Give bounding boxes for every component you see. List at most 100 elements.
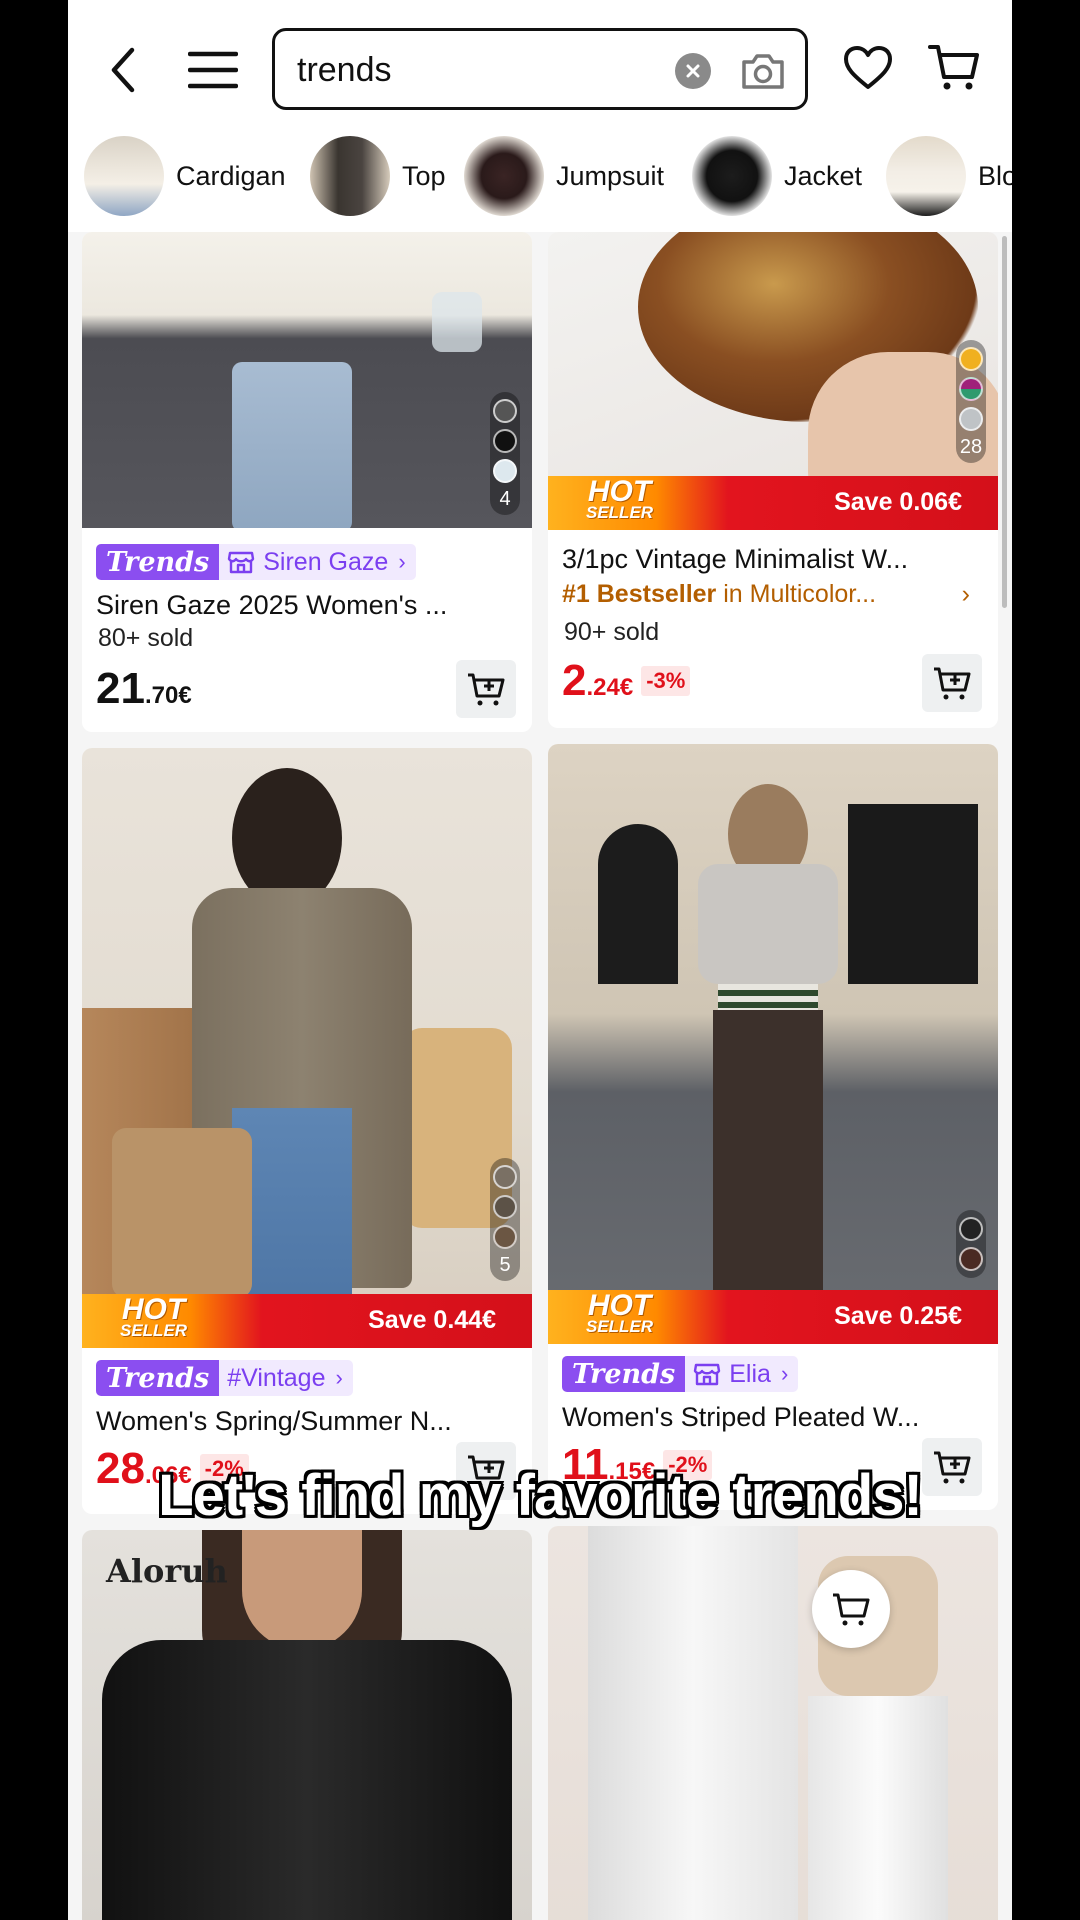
hot-seller-logo: HOT SELLER — [586, 1289, 654, 1336]
category-thumbnail — [310, 136, 390, 216]
product-price: 2 .24€ -3% — [562, 656, 691, 706]
hot-seller-logo: HOT SELLER — [586, 475, 654, 522]
color-swatch[interactable] — [493, 429, 517, 453]
add-to-cart-icon — [934, 667, 971, 700]
store-tag[interactable]: Trends #Vintage › — [96, 1360, 353, 1396]
floating-cart-button[interactable] — [812, 1570, 890, 1648]
store-icon — [228, 551, 255, 574]
price-decimal: .70€ — [144, 682, 192, 709]
category-blouse[interactable]: Blo — [886, 136, 1012, 216]
video-caption: Let's find my favorite trends! — [158, 1463, 923, 1528]
category-label: Top — [402, 160, 446, 191]
product-image[interactable] — [548, 1526, 998, 1920]
product-card[interactable]: Aloruh — [82, 1530, 532, 1920]
color-swatch[interactable] — [959, 377, 983, 401]
store-name: Elia — [729, 1359, 771, 1388]
scrollbar[interactable] — [1002, 236, 1007, 608]
color-swatch[interactable] — [959, 1247, 983, 1271]
color-swatch[interactable] — [493, 1165, 517, 1189]
category-label: Cardigan — [176, 160, 286, 191]
product-card[interactable]: 28 HOT SELLER Save 0.06€ 3/1pc Vintage Mi… — [548, 232, 998, 728]
trends-badge: Trends — [96, 544, 220, 580]
category-thumbnail — [886, 136, 966, 216]
bestseller-rank-number: #1 Bestseller — [562, 580, 717, 608]
store-name: #Vintage — [227, 1363, 326, 1392]
product-title[interactable]: Siren Gaze 2025 Women's ... — [96, 590, 518, 621]
color-swatch[interactable] — [493, 1225, 517, 1249]
color-swatch[interactable] — [493, 399, 517, 423]
swatch-count: 4 — [499, 488, 511, 510]
cart-icon[interactable] — [923, 36, 985, 98]
menu-icon[interactable] — [183, 40, 243, 100]
chevron-right-icon: › — [398, 549, 406, 574]
category-thumbnail — [692, 136, 772, 216]
store-chip[interactable]: Elia › — [685, 1356, 799, 1392]
product-image[interactable] — [548, 744, 998, 1344]
color-swatches[interactable]: 5 — [490, 1158, 520, 1281]
color-swatches[interactable]: 4 — [490, 392, 520, 515]
cart-icon — [833, 1593, 870, 1626]
color-swatch[interactable] — [959, 347, 983, 371]
category-strip: Cardigan Top Jumpsuit Jacket Blo — [68, 130, 1012, 232]
product-image[interactable]: 5 — [82, 748, 532, 1348]
add-to-cart-button[interactable] — [922, 654, 982, 712]
save-amount: Save 0.06€ — [834, 488, 962, 516]
category-thumbnail — [464, 136, 544, 216]
color-swatch[interactable] — [959, 407, 983, 431]
top-bar: trends — [68, 0, 1012, 130]
product-card[interactable]: HOT SELLER Save 0.25€ Trends Elia › Women… — [548, 744, 998, 1510]
chevron-right-icon: › — [335, 1365, 343, 1390]
color-swatch[interactable] — [959, 1217, 983, 1241]
price-decimal: .24€ — [586, 674, 634, 701]
color-swatch[interactable] — [493, 459, 517, 483]
trends-badge: Trends — [96, 1360, 220, 1396]
color-swatches[interactable] — [956, 1210, 986, 1278]
save-amount: Save 0.44€ — [368, 1306, 496, 1334]
store-name: Siren Gaze — [263, 547, 389, 576]
category-label: Jacket — [784, 160, 863, 191]
product-card[interactable]: 4 Trends Siren Gaze › Siren Gaze 2025 Wo… — [82, 232, 532, 732]
search-query: trends — [297, 51, 392, 89]
bestseller-rank[interactable]: #1 Bestseller in Multicolor... › — [562, 580, 984, 609]
hot-seller-banner: HOT SELLER Save 0.44€ — [82, 1294, 532, 1348]
category-top[interactable]: Top — [310, 136, 446, 216]
product-price: 21 .70€ — [96, 664, 192, 714]
swatch-count: 28 — [959, 436, 983, 458]
add-to-cart-icon — [468, 673, 505, 706]
save-amount: Save 0.25€ — [834, 1302, 962, 1330]
camera-icon[interactable] — [737, 45, 789, 97]
category-cardigan[interactable]: Cardigan — [84, 136, 286, 216]
product-card[interactable] — [548, 1526, 998, 1920]
category-jumpsuit[interactable]: Jumpsuit — [464, 136, 664, 216]
product-title[interactable]: 3/1pc Vintage Minimalist W... — [562, 544, 984, 575]
store-tag[interactable]: Trends Siren Gaze › — [96, 544, 416, 580]
category-label: Blo — [978, 160, 1012, 191]
store-tag[interactable]: Trends Elia › — [562, 1356, 799, 1392]
product-title[interactable]: Women's Spring/Summer N... — [96, 1406, 518, 1437]
product-title[interactable]: Women's Striped Pleated W... — [562, 1402, 984, 1433]
sold-count: 80+ sold — [98, 624, 194, 652]
chevron-right-icon: › — [961, 580, 970, 608]
product-image[interactable]: Aloruh — [82, 1530, 532, 1920]
price-integer: 21 — [96, 664, 145, 713]
hot-seller-banner: HOT SELLER Save 0.25€ — [548, 1290, 998, 1344]
add-to-cart-button[interactable] — [456, 660, 516, 718]
store-chip[interactable]: #Vintage › — [219, 1360, 353, 1396]
category-jacket[interactable]: Jacket — [692, 136, 862, 216]
clear-icon[interactable] — [675, 53, 711, 89]
color-swatches[interactable]: 28 — [956, 340, 986, 463]
color-swatch[interactable] — [493, 1195, 517, 1219]
store-icon — [694, 1363, 721, 1386]
product-card[interactable]: 5 HOT SELLER Save 0.44€ Trends #Vintage ›… — [82, 748, 532, 1514]
search-input[interactable]: trends — [272, 28, 808, 110]
hot-seller-banner: HOT SELLER Save 0.06€ — [548, 476, 998, 530]
heart-icon[interactable] — [838, 38, 898, 98]
back-arrow-icon[interactable] — [98, 40, 148, 100]
category-thumbnail — [84, 136, 164, 216]
trends-badge: Trends — [562, 1356, 686, 1392]
chevron-right-icon: › — [780, 1361, 789, 1386]
discount-badge: -3% — [641, 666, 691, 696]
store-chip[interactable]: Siren Gaze › — [219, 544, 416, 580]
product-image[interactable]: 4 — [82, 232, 532, 528]
brand-watermark: Aloruh — [106, 1552, 228, 1590]
